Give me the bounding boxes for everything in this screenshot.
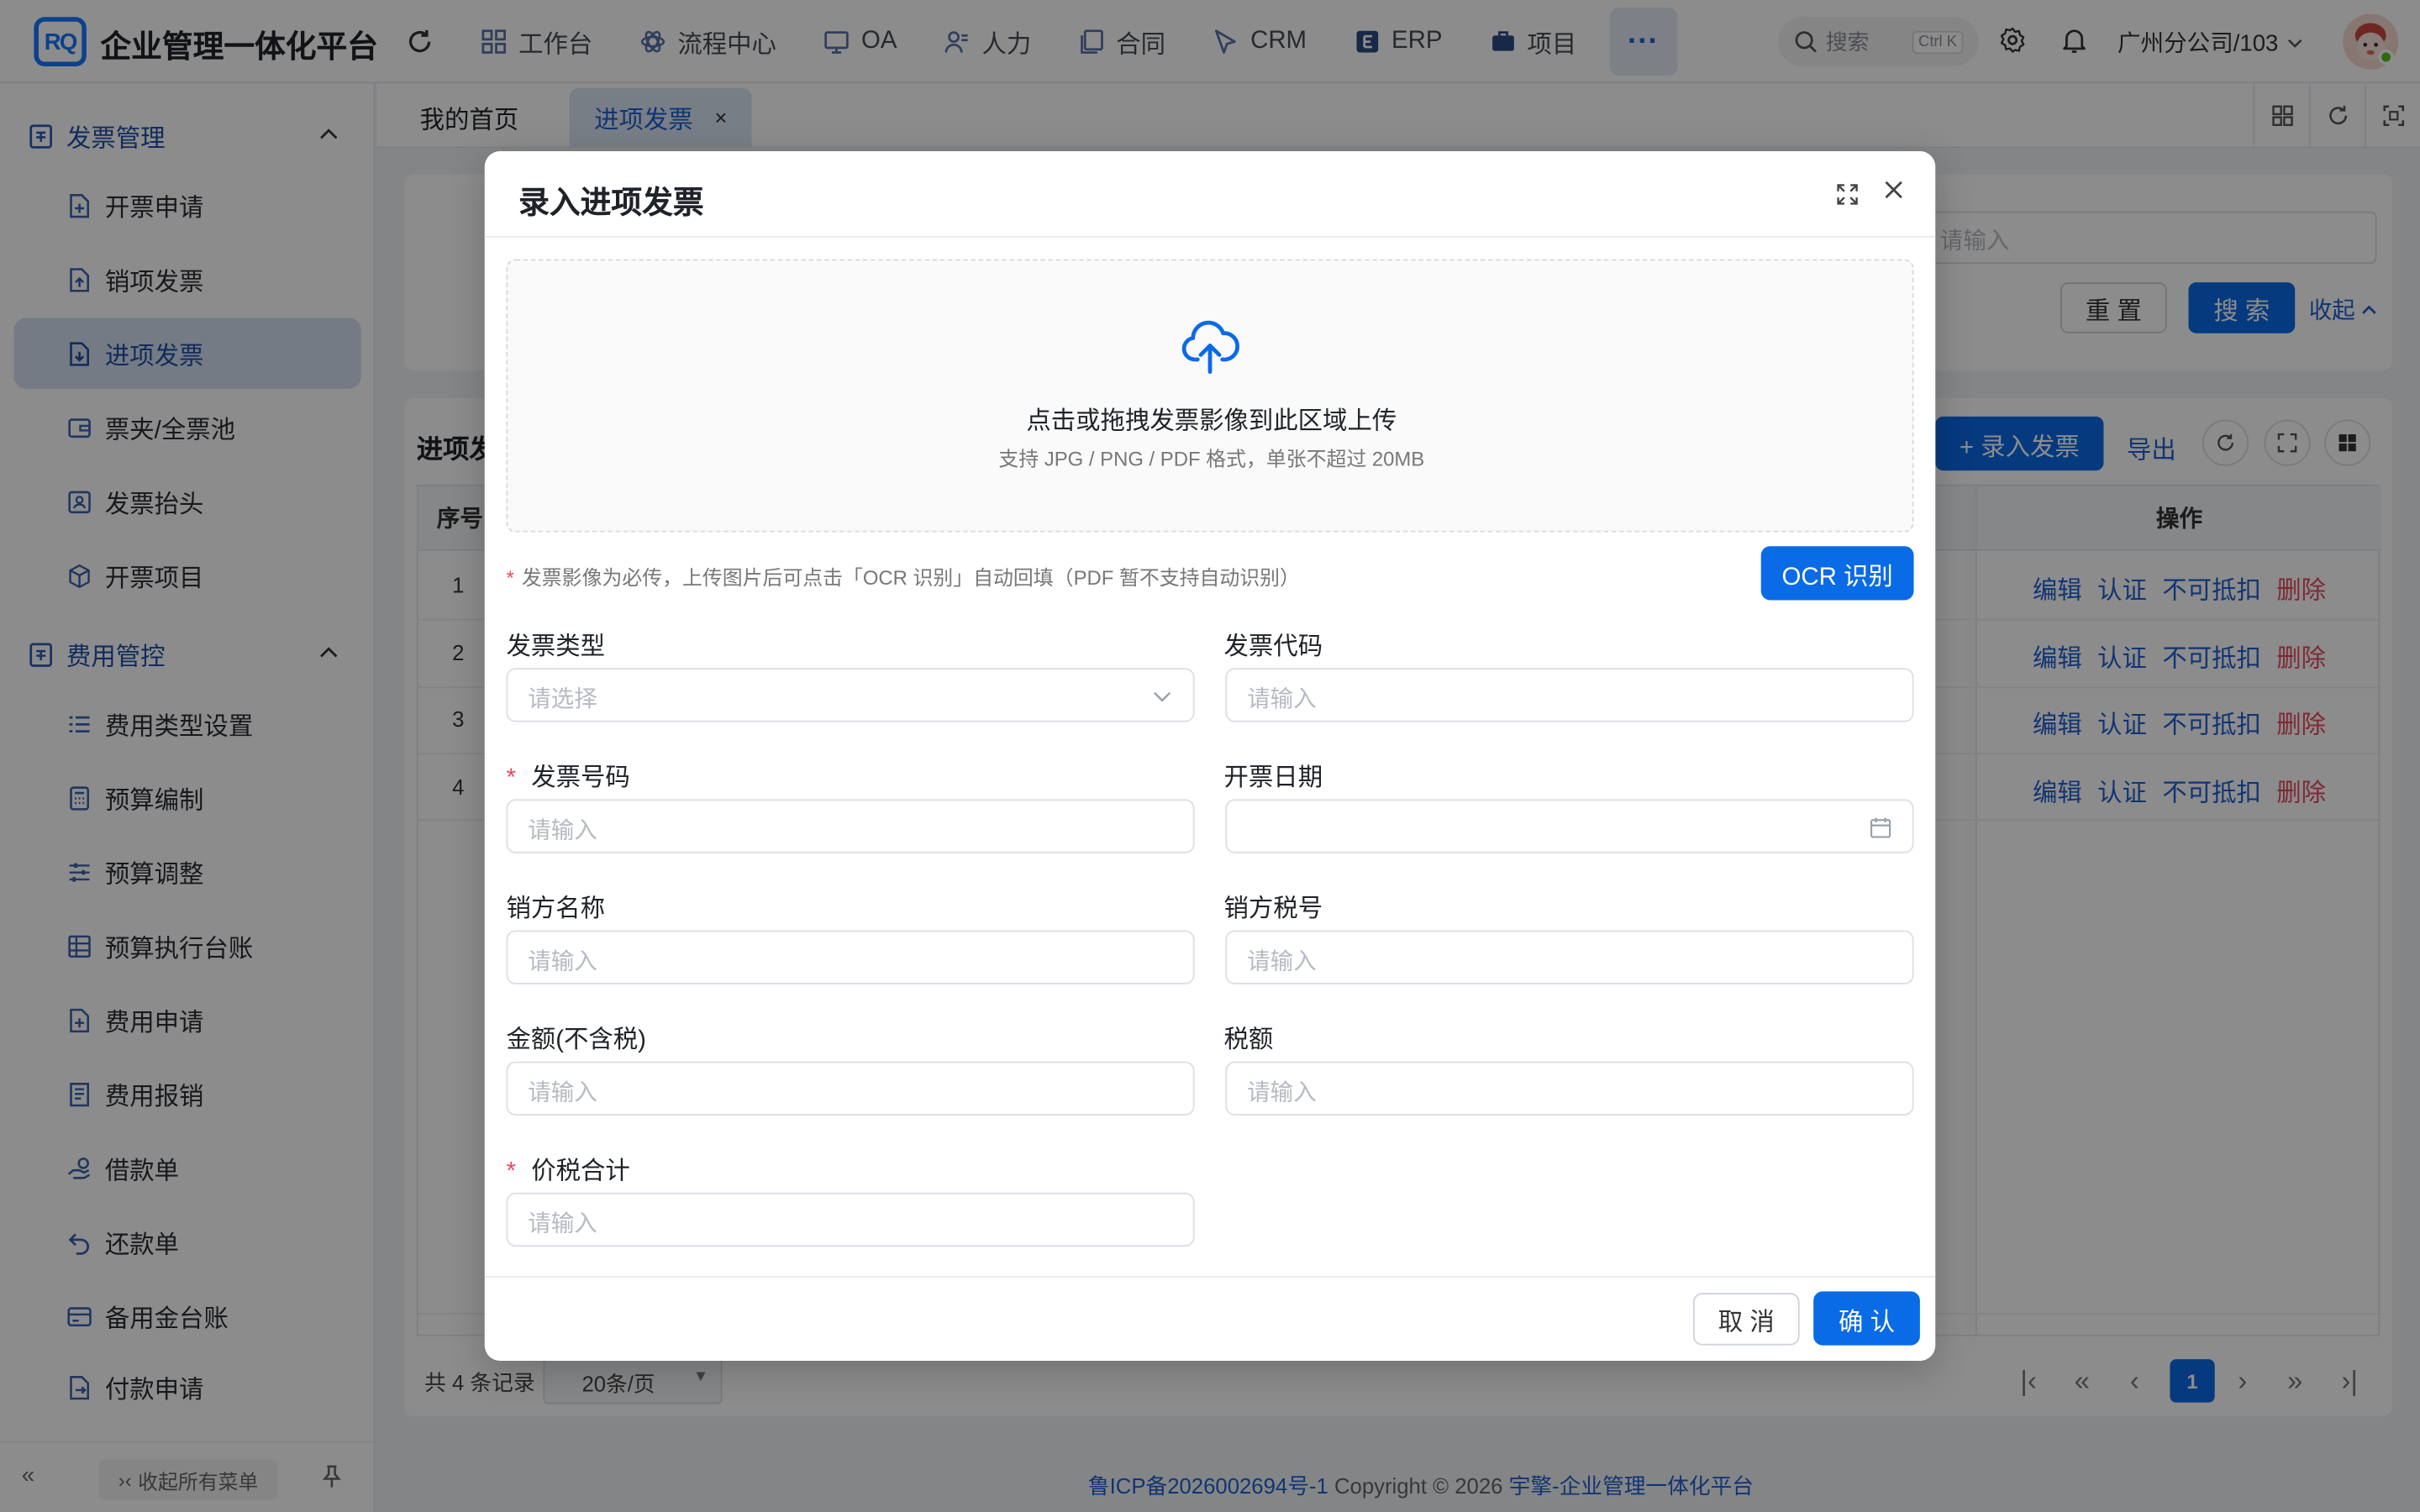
invoice-code-label: 发票代码	[1223, 633, 1323, 661]
required-mark: *	[506, 566, 514, 590]
app-root: RQ 企业管理一体化平台 工作台 流程中心 OA 人力 合同 CRM ERP 项…	[0, 0, 2420, 1512]
required-mark: *	[506, 765, 516, 792]
hint-text: 发票影像为必传，上传图片后可点击「OCR 识别」自动回填（PDF 暂不支持自动识…	[521, 566, 1300, 590]
invoice-type-label: 发票类型	[506, 633, 606, 661]
total-input[interactable]: 请输入	[506, 1192, 1195, 1247]
tax-input[interactable]: 请输入	[1225, 1061, 1914, 1116]
cancel-button[interactable]: 取 消	[1692, 1293, 1800, 1346]
confirm-button[interactable]: 确 认	[1813, 1291, 1920, 1346]
cloud-upload-icon	[1181, 319, 1239, 375]
total-label: * 价税合计	[506, 1149, 629, 1186]
invoice-image-upload-area[interactable]: 点击或拖拽发票影像到此区域上传 支持 JPG / PNG / PDF 格式，单张…	[506, 259, 1914, 533]
upload-hint: * 发票影像为必传，上传图片后可点击「OCR 识别」自动回填（PDF 暂不支持自动…	[506, 562, 1299, 591]
amount-label: 金额(不含税)	[506, 1027, 646, 1054]
label-text: 价税合计	[531, 1158, 630, 1185]
tax-label: 税额	[1223, 1027, 1274, 1054]
seller-name-label: 销方名称	[506, 896, 606, 923]
seller-tax-no-label: 销方税号	[1223, 896, 1323, 923]
seller-tax-no-input[interactable]: 请输入	[1225, 930, 1914, 984]
invoice-date-label: 开票日期	[1223, 765, 1323, 792]
invoice-type-select[interactable]: 请选择	[506, 668, 1195, 722]
invoice-date-picker[interactable]	[1225, 799, 1914, 853]
invoice-number-label: * 发票号码	[506, 756, 629, 793]
upload-main-text: 点击或拖拽发票影像到此区域上传	[1026, 408, 1397, 435]
seller-name-input[interactable]: 请输入	[506, 930, 1195, 984]
invoice-number-input[interactable]: 请输入	[506, 799, 1195, 853]
select-placeholder: 请选择	[528, 686, 597, 713]
amount-input[interactable]: 请输入	[506, 1061, 1195, 1116]
add-invoice-modal: 录入进项发票 点击或拖拽发票影像到此区域上传 支持 JPG / PNG / PD…	[484, 151, 1936, 1362]
modal-title: 录入进项发票	[518, 186, 704, 221]
upload-sub-text: 支持 JPG / PNG / PDF 格式，单张不超过 20MB	[998, 447, 1425, 471]
expand-icon[interactable]	[1835, 182, 1860, 207]
ocr-button[interactable]: OCR 识别	[1760, 546, 1914, 601]
label-text: 发票号码	[531, 765, 630, 792]
required-mark: *	[506, 1158, 516, 1185]
invoice-code-input[interactable]: 请输入	[1225, 668, 1914, 722]
close-icon[interactable]	[1883, 179, 1905, 201]
